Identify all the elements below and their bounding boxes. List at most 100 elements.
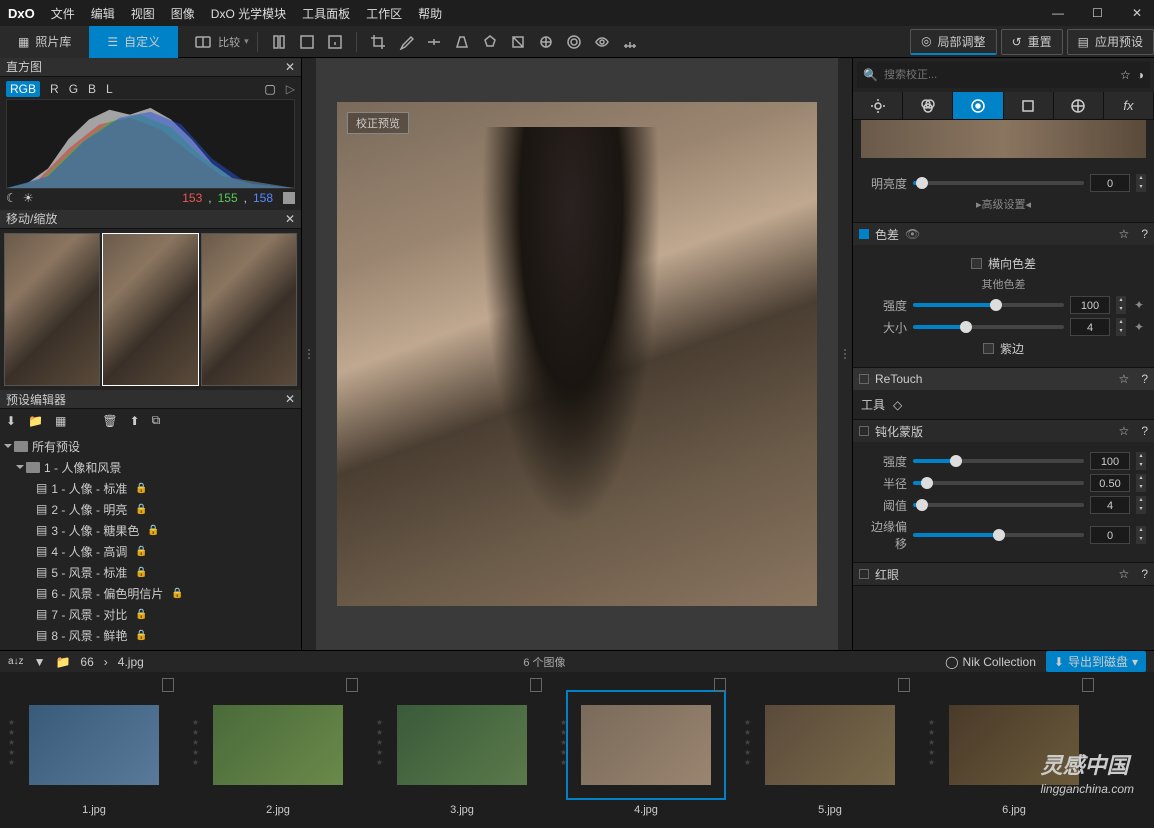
window-close-icon[interactable]: ✕ (1132, 6, 1146, 20)
usm-radius-value[interactable]: 0.50 (1090, 474, 1130, 492)
local-adjustments-button[interactable]: ◎ 局部调整 (910, 29, 997, 55)
checkbox[interactable] (983, 343, 994, 354)
thumbnail[interactable]: ★★★★★ 6.jpg (926, 678, 1102, 822)
preset-item[interactable]: ▤8 - 风景 - 鲜艳🔒 (0, 625, 301, 646)
preset-item[interactable]: ▤2 - 人像 - 明亮🔒 (0, 499, 301, 520)
spinner[interactable]: ▴▾ (1136, 496, 1146, 514)
menu-image[interactable]: 图像 (171, 5, 195, 22)
preset-item[interactable]: ▤4 - 人像 - 高调🔒 (0, 541, 301, 562)
tree-group[interactable]: 1 - 人像和风景 (0, 457, 301, 478)
preset-item[interactable]: ▤3 - 人像 - 糖果色🔒 (0, 520, 301, 541)
crop-icon[interactable] (365, 29, 391, 55)
usm-edge-slider[interactable] (913, 533, 1084, 537)
ca-size-value[interactable]: 4 (1070, 318, 1110, 336)
brightness-slider[interactable] (913, 181, 1084, 185)
preview-icon[interactable] (589, 29, 615, 55)
menu-file[interactable]: 文件 (51, 5, 75, 22)
spinner[interactable]: ▴▾ (1116, 318, 1126, 336)
ca-intensity-slider[interactable] (913, 303, 1064, 307)
search-corrections[interactable]: 🔍 ☆ ◑ (857, 62, 1150, 88)
brightness-value[interactable]: 0 (1090, 174, 1130, 192)
menu-optics[interactable]: DxO 光学模块 (211, 5, 286, 22)
ca-intensity-value[interactable]: 100 (1070, 296, 1110, 314)
spinner[interactable]: ▴▾ (1136, 452, 1146, 470)
help-icon[interactable]: ? (1141, 567, 1148, 581)
rating-stars[interactable]: ★★★★★ (376, 718, 383, 767)
rating-stars[interactable]: ★★★★★ (8, 718, 15, 767)
shape-icon[interactable] (505, 29, 531, 55)
copy-icon[interactable]: ⧉ (152, 413, 161, 428)
histo-r[interactable]: R (50, 82, 59, 96)
info-icon[interactable] (322, 29, 348, 55)
nav-thumb-current[interactable] (102, 233, 198, 386)
usm-threshold-slider[interactable] (913, 503, 1084, 507)
histo-l[interactable]: L (106, 82, 113, 96)
panel-toggle[interactable] (859, 229, 869, 239)
polygon-icon[interactable] (477, 29, 503, 55)
filter-icon[interactable]: ▼ (34, 655, 46, 669)
right-drag-handle[interactable] (838, 58, 852, 650)
search-input[interactable] (884, 69, 1114, 81)
menu-view[interactable]: 视图 (131, 5, 155, 22)
eraser-icon[interactable]: ◇ (893, 398, 902, 412)
rating-stars[interactable]: ★★★★★ (744, 718, 751, 767)
compare-button[interactable] (190, 29, 216, 55)
tab-color[interactable] (903, 92, 953, 119)
rating-stars[interactable]: ★★★★★ (928, 718, 935, 767)
level-icon[interactable] (617, 29, 643, 55)
advanced-toggle[interactable]: ▸高级设置◂ (861, 196, 1146, 212)
export-button[interactable]: ⬇ 导出到磁盘 ▾ (1046, 651, 1146, 672)
menu-help[interactable]: 帮助 (418, 5, 442, 22)
panel-toggle[interactable] (859, 426, 869, 436)
chevron-down-icon[interactable]: ▾ (244, 36, 249, 47)
tab-geometry[interactable] (1004, 92, 1054, 119)
close-icon[interactable]: ✕ (285, 60, 295, 74)
magic-wand-icon[interactable]: ✦ (1132, 320, 1146, 334)
thumbnail[interactable]: ★★★★★ 1.jpg (6, 678, 182, 822)
thumbnail[interactable]: ★★★★★ 2.jpg (190, 678, 366, 822)
tab-library[interactable]: ▦ 照片库 (0, 26, 89, 58)
nav-thumb-next[interactable] (201, 233, 297, 386)
horizon-icon[interactable] (421, 29, 447, 55)
single-view-icon[interactable] (266, 29, 292, 55)
nav-thumb-prev[interactable] (4, 233, 100, 386)
window-maximize-icon[interactable]: ☐ (1092, 6, 1106, 20)
menu-workspace[interactable]: 工作区 (366, 5, 402, 22)
export-icon[interactable]: ⬆ (130, 414, 140, 428)
help-icon[interactable]: ? (1141, 372, 1148, 386)
histo-b[interactable]: B (88, 82, 96, 96)
toggle-icon[interactable]: ◑ (1137, 68, 1144, 82)
panel-toggle[interactable] (859, 374, 869, 384)
thumbnail[interactable]: ★★★★★ 5.jpg (742, 678, 918, 822)
import-icon[interactable]: ⬇ (6, 414, 16, 428)
usm-edge-value[interactable]: 0 (1090, 526, 1130, 544)
magic-wand-icon[interactable]: ✦ (1132, 298, 1146, 312)
tab-detail[interactable] (953, 92, 1003, 119)
canvas-area[interactable]: 校正预览 (316, 58, 838, 650)
spinner[interactable]: ▴▾ (1136, 174, 1146, 192)
preset-item[interactable]: ▤6 - 风景 - 偏色明信片🔒 (0, 583, 301, 604)
reset-button[interactable]: ↺ 重置 (1001, 29, 1063, 55)
ca-size-slider[interactable] (913, 325, 1064, 329)
preset-item[interactable]: ▤7 - 风景 - 对比🔒 (0, 604, 301, 625)
play-icon[interactable]: ▷ (286, 82, 295, 96)
spinner[interactable]: ▴▾ (1136, 526, 1146, 544)
delete-icon[interactable]: 🗑 (102, 414, 117, 428)
window-minimize-icon[interactable]: — (1052, 6, 1066, 20)
histo-g[interactable]: G (69, 82, 78, 96)
spinner[interactable]: ▴▾ (1136, 474, 1146, 492)
spinner[interactable]: ▴▾ (1116, 296, 1126, 314)
tree-root[interactable]: 所有预设 (0, 436, 301, 457)
apply-preset-button[interactable]: ▤ 应用预设 (1067, 29, 1154, 55)
grid-view-icon[interactable] (294, 29, 320, 55)
retouch-icon[interactable] (533, 29, 559, 55)
usm-radius-slider[interactable] (913, 481, 1084, 485)
sun-icon[interactable]: ☀ (23, 191, 34, 205)
histo-rgb[interactable]: RGB (6, 81, 40, 97)
preset-item[interactable]: ▤1 - 人像 - 标准🔒 (0, 478, 301, 499)
moon-icon[interactable]: ☾ (6, 191, 17, 205)
thumbnail[interactable]: ★★★★★ 3.jpg (374, 678, 550, 822)
close-icon[interactable]: ✕ (285, 212, 295, 226)
eyedropper-icon[interactable] (393, 29, 419, 55)
left-drag-handle[interactable] (302, 58, 316, 650)
